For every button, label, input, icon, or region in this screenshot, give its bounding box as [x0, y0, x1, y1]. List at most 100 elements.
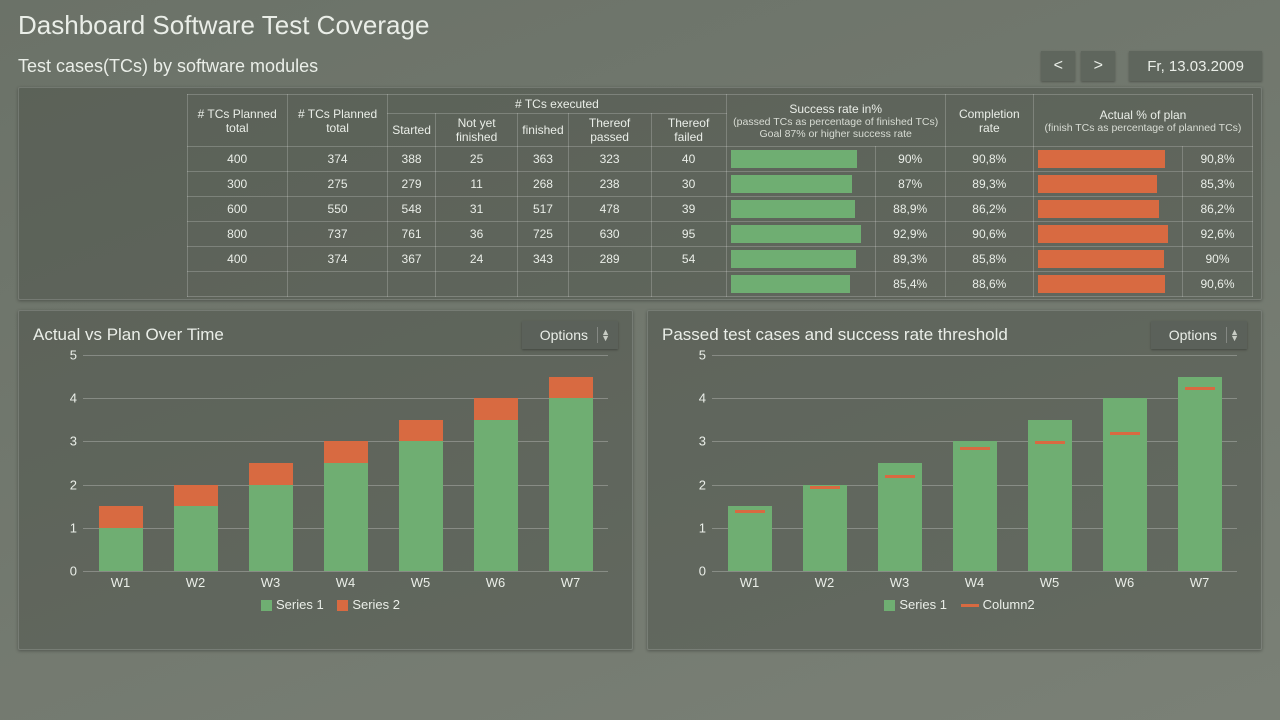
chart-left-title: Actual vs Plan Over Time [33, 325, 522, 345]
success-pct: 92,9% [875, 222, 945, 247]
bar [99, 506, 143, 571]
success-pct: 87% [875, 172, 945, 197]
cell: 31 [435, 197, 517, 222]
legend-swatch-green [261, 600, 272, 611]
cell [27, 222, 187, 247]
threshold-marker [960, 447, 990, 450]
cell: 25 [435, 147, 517, 172]
cell: 24 [435, 247, 517, 272]
cell: 95 [651, 222, 726, 247]
bar-group [712, 355, 787, 571]
y-tick: 2 [70, 477, 77, 492]
legend-swatch-orange [337, 600, 348, 611]
table-row: 800737761367256309592,9%90,6%92,6% [27, 222, 1253, 247]
cell: 343 [518, 247, 568, 272]
cell: 36 [435, 222, 517, 247]
success-sub2: Goal 87% or higher success rate [731, 128, 941, 140]
success-bar-cell [726, 222, 875, 247]
success-sub1: (passed TCs as percentage of finished TC… [731, 116, 941, 128]
chart-left-plot: 012345W1W2W3W4W5W6W7 [33, 355, 618, 595]
next-button[interactable]: > [1081, 51, 1115, 81]
x-label: W4 [308, 575, 383, 595]
cell [388, 272, 436, 297]
col-actual-group: Actual % of plan (finish TCs as percenta… [1033, 95, 1252, 147]
cell: 300 [187, 172, 287, 197]
cell: 39 [651, 197, 726, 222]
success-pct: 89,3% [875, 247, 945, 272]
col-notfinished: Not yet finished [435, 114, 517, 147]
threshold-marker [1110, 432, 1140, 435]
bar-group [233, 355, 308, 571]
options-label: Options [1169, 327, 1217, 343]
table-row: 400374367243432895489,3%85,8%90% [27, 247, 1253, 272]
y-tick: 3 [70, 434, 77, 449]
page-title: Dashboard Software Test Coverage [18, 10, 1262, 41]
cell: 374 [287, 247, 387, 272]
chart-left-panel: Actual vs Plan Over Time Options ▲▼ 0123… [18, 310, 633, 650]
y-tick: 5 [70, 348, 77, 363]
col-planned1: # TCs Planned total [187, 95, 287, 147]
x-label: W6 [1087, 575, 1162, 595]
bar-group [1162, 355, 1237, 571]
chevron-updown-icon: ▲▼ [1230, 329, 1239, 341]
bar [474, 398, 518, 571]
cell [27, 147, 187, 172]
col-success-group: Success rate in% (passed TCs as percenta… [726, 95, 945, 147]
cell: 478 [568, 197, 651, 222]
plan-bar-cell [1033, 172, 1182, 197]
plan-bar-cell [1033, 147, 1182, 172]
x-label: W3 [862, 575, 937, 595]
bar-group [83, 355, 158, 571]
success-bar-cell [726, 247, 875, 272]
cell: 761 [388, 222, 436, 247]
cell: 630 [568, 222, 651, 247]
threshold-marker [735, 510, 765, 513]
x-label: W2 [787, 575, 862, 595]
cell: 400 [187, 247, 287, 272]
plan-pct: 90% [1183, 247, 1253, 272]
y-tick: 3 [699, 434, 706, 449]
plan-pct: 86,2% [1183, 197, 1253, 222]
x-label: W2 [158, 575, 233, 595]
threshold-marker [1035, 441, 1065, 444]
cell [27, 197, 187, 222]
col-started: Started [388, 114, 436, 147]
legend-line-orange [961, 604, 979, 607]
x-label: W6 [458, 575, 533, 595]
table-panel: # TCs Planned total # TCs Planned total … [18, 87, 1262, 300]
completion-cell: 89,3% [945, 172, 1033, 197]
success-pct: 90% [875, 147, 945, 172]
cell: 30 [651, 172, 726, 197]
bar [1178, 377, 1222, 571]
success-bar-cell [726, 147, 875, 172]
chart-left-options-button[interactable]: Options ▲▼ [522, 321, 618, 349]
cell [27, 272, 187, 297]
x-label: W5 [1012, 575, 1087, 595]
cell: 40 [651, 147, 726, 172]
bar [878, 463, 922, 571]
cell: 725 [518, 222, 568, 247]
y-tick: 0 [699, 564, 706, 579]
bar-group [937, 355, 1012, 571]
cell: 363 [518, 147, 568, 172]
plan-pct: 90,8% [1183, 147, 1253, 172]
chart-left-legend: Series 1 Series 2 [33, 597, 618, 612]
cell: 11 [435, 172, 517, 197]
x-label: W7 [1162, 575, 1237, 595]
prev-button[interactable]: < [1041, 51, 1075, 81]
cell: 323 [568, 147, 651, 172]
bar-group [383, 355, 458, 571]
plan-bar-cell [1033, 197, 1182, 222]
plan-pct: 90,6% [1183, 272, 1253, 297]
table-row: 300275279112682383087%89,3%85,3% [27, 172, 1253, 197]
date-display[interactable]: Fr, 13.03.2009 [1129, 51, 1262, 81]
chevron-updown-icon: ▲▼ [601, 329, 610, 341]
legend-swatch-green [884, 600, 895, 611]
table-row: 400374388253633234090%90,8%90,8% [27, 147, 1253, 172]
actual-sub: (finish TCs as percentage of planned TCs… [1038, 122, 1248, 134]
completion-cell: 90,6% [945, 222, 1033, 247]
chart-right-panel: Passed test cases and success rate thres… [647, 310, 1262, 650]
chart-right-options-button[interactable]: Options ▲▼ [1151, 321, 1247, 349]
bar-group [862, 355, 937, 571]
bar-group [158, 355, 233, 571]
